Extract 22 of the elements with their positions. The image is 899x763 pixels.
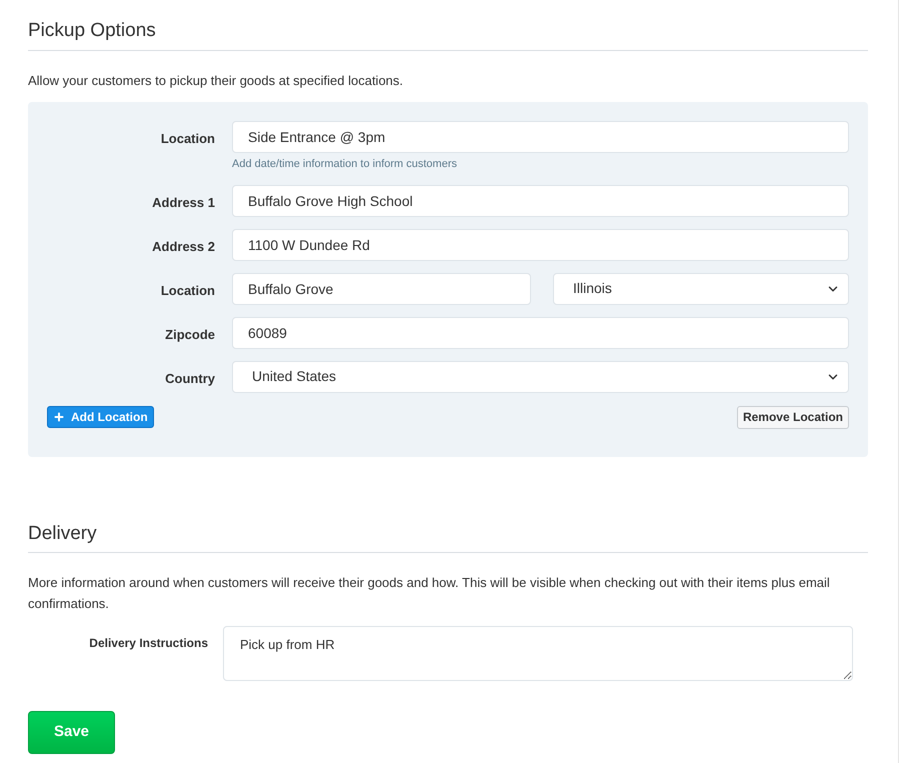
field-label: Address 2 [152,238,215,254]
section-title: Pickup Options [28,17,868,50]
field-label: Address 1 [152,194,215,210]
section-title: Delivery [28,520,868,553]
field-label: Location [160,131,215,146]
delivery-instructions-field[interactable]: Pick up from HR [223,626,853,681]
input-field[interactable]: Buffalo Grove [232,272,531,304]
input-field[interactable]: Side Entrance @ 3pm [232,121,849,153]
select-field[interactable]: Illinois [553,272,849,304]
field-label: Delivery Instructions [89,636,208,650]
remove-location-button[interactable]: Remove Location [736,406,849,428]
input-field[interactable]: 1100 W Dundee Rd [232,228,849,260]
field-label: Zipcode [165,326,215,342]
select-field[interactable]: United States [232,360,849,392]
field-label: Country [165,370,215,386]
field-label: Location [160,282,215,298]
description-text: More information around when customers will receive their goods and how. This will be visible when checking out with their items plus email confirmations. [28,574,831,613]
input-field[interactable]: Buffalo Grove High School [232,184,849,216]
hint-text: Add date/time information to inform customers [232,157,458,172]
description-text: Allow your customers to pickup their goods at specified locations. [28,72,404,90]
input-field[interactable]: 60089 [232,316,849,348]
plus-icon [53,410,65,422]
